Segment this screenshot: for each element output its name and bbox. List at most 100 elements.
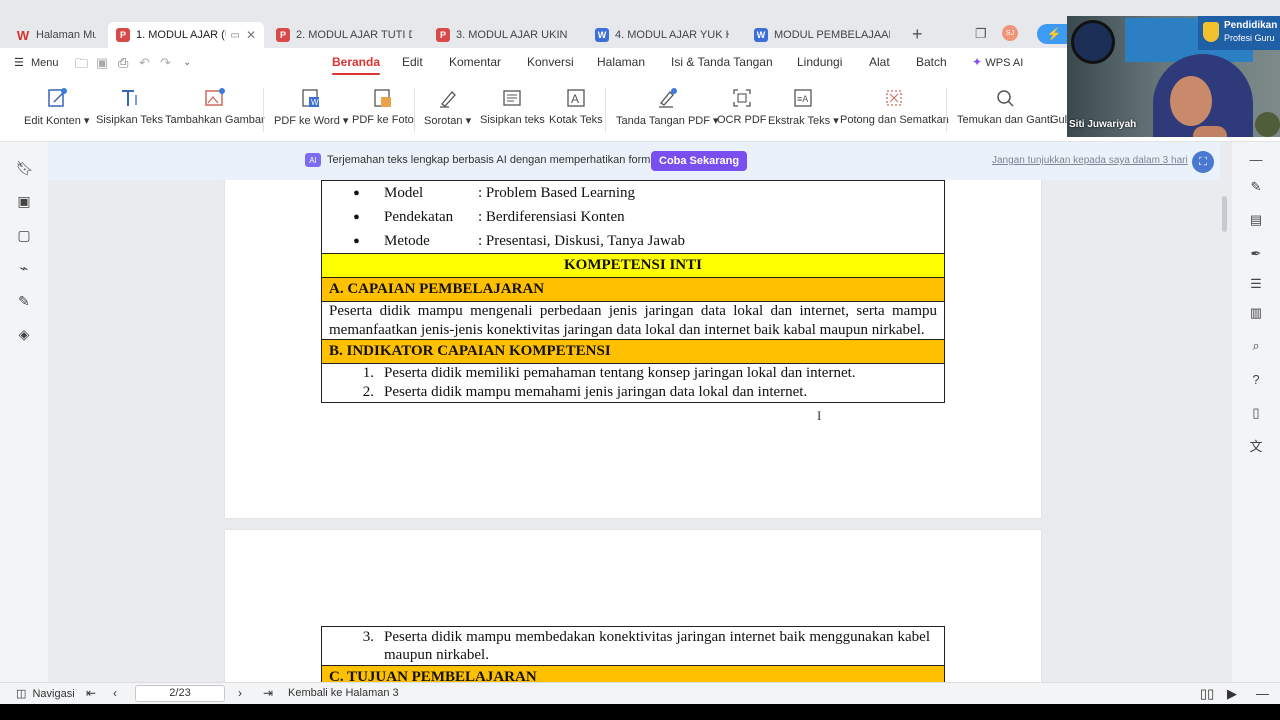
comment-icon[interactable]: ▢: [16, 227, 32, 243]
undo-icon[interactable]: ↶: [139, 55, 150, 71]
bullet-key: Model: [384, 184, 424, 201]
outline-icon[interactable]: ☰: [1248, 276, 1264, 292]
pdf-file-icon: P: [436, 28, 450, 42]
extract-text-icon: ≡A: [792, 84, 814, 112]
document-icon[interactable]: ▤: [1248, 212, 1264, 228]
collapse-icon[interactable]: —: [1248, 152, 1264, 168]
ocr-pdf-button[interactable]: OCR PDF: [717, 84, 767, 126]
bookmark-icon[interactable]: 🔖︎: [16, 160, 34, 176]
dismiss-banner-link[interactable]: Jangan tunjukkan kepada saya dalam 3 har…: [992, 155, 1188, 166]
crop-icon: [883, 84, 905, 112]
badge-line-1: Pendidikan: [1224, 20, 1278, 31]
translate-icon[interactable]: 文: [1248, 439, 1264, 455]
menu-halaman[interactable]: Halaman: [597, 55, 645, 69]
right-sidebar: — ✎ ▤ ✒ ☰ ▥ ⌕ ? ▯ 文: [1232, 142, 1280, 682]
edit-pen-icon[interactable]: ✎: [1248, 179, 1264, 195]
attachment-icon[interactable]: ⌁: [16, 260, 32, 276]
banner-text: Terjemahan teks lengkap berbasis AI deng…: [327, 154, 663, 166]
pdf-file-icon: P: [276, 28, 290, 42]
pdf-to-word-button[interactable]: W PDF ke Word ▾: [274, 84, 348, 127]
table-row: C. TUJUAN PEMBELAJARAN: [321, 665, 945, 682]
window-restore-icon[interactable]: ❐: [975, 26, 987, 42]
section-heading: C. TUJUAN PEMBELAJARAN: [321, 665, 945, 682]
menu-beranda[interactable]: Beranda: [332, 55, 381, 75]
highlight-icon: [437, 84, 459, 112]
bullet-value: : Presentasi, Diskusi, Tanya Jawab: [478, 232, 685, 249]
zoom-out-icon[interactable]: —: [1256, 686, 1269, 701]
first-page-icon[interactable]: ⇤: [86, 686, 96, 700]
menu-lindungi[interactable]: Lindungi: [797, 55, 842, 69]
layers-icon[interactable]: ◈: [16, 326, 32, 342]
print-icon[interactable]: ⎙: [118, 55, 128, 71]
tab-modul-ajar-4[interactable]: W 4. MODUL AJAR YUK HENI.c: [587, 22, 737, 48]
page-number-input[interactable]: 2/23: [135, 685, 225, 702]
play-icon[interactable]: ▶: [1227, 686, 1237, 702]
button-label: Potong dan Sematkan: [840, 114, 949, 126]
menu-batch[interactable]: Batch: [916, 55, 947, 69]
tab-home[interactable]: W Halaman Mu: [8, 22, 104, 48]
presenter-face: [1170, 76, 1212, 126]
book-icon[interactable]: ▯: [1248, 405, 1264, 421]
insert-text-button[interactable]: Sisipkan Teks: [96, 84, 163, 126]
extract-text-button[interactable]: ≡A Ekstrak Teks ▾: [768, 84, 839, 127]
ribbon-more-button[interactable]: Gul: [1050, 84, 1067, 126]
find-replace-button[interactable]: Temukan dan Ganti: [957, 84, 1052, 126]
last-page-icon[interactable]: ⇥: [263, 686, 273, 700]
document-page: ● Model : Problem Based Learning ● Pende…: [225, 180, 1041, 518]
translate-panel-icon[interactable]: ⛶: [1192, 151, 1214, 173]
pdf-to-photo-button[interactable]: PDF ke Foto: [352, 84, 414, 126]
open-folder-icon[interactable]: 🗀: [75, 55, 88, 77]
table-row: B. INDIKATOR CAPAIAN KOMPETENSI: [321, 339, 945, 364]
back-to-page-link[interactable]: Kembali ke Halaman 3: [288, 687, 399, 699]
insert-text-box-button[interactable]: Sisipkan teks: [480, 84, 545, 126]
new-tab-icon[interactable]: +: [912, 24, 923, 45]
menu-edit[interactable]: Edit: [402, 55, 423, 69]
section-heading: A. CAPAIAN PEMBELAJARAN: [321, 277, 945, 302]
menu-isi-tanda-tangan[interactable]: Isi & Tanda Tangan: [671, 55, 773, 69]
previous-page-icon[interactable]: ‹: [113, 686, 117, 700]
ribbon-divider: [946, 88, 947, 132]
close-tab-icon[interactable]: ✕: [246, 28, 256, 42]
menu-alat[interactable]: Alat: [869, 55, 890, 69]
compare-icon[interactable]: ▥: [1248, 305, 1264, 321]
tab-modul-pembelajaan[interactable]: W MODUL PEMBELAJAAN reta: [746, 22, 898, 48]
tab-modul-ajar-1[interactable]: P 1. MODUL AJAR (UKI ▭ ✕: [108, 22, 264, 48]
save-icon[interactable]: ▣: [96, 55, 108, 71]
button-label: Ekstrak Teks: [768, 115, 831, 127]
document-canvas[interactable]: ● Model : Problem Based Learning ● Pende…: [48, 180, 1222, 682]
text-frame-button[interactable]: A Kotak Teks: [549, 84, 603, 126]
navigation-toggle[interactable]: ◫ Navigasi: [16, 687, 75, 700]
avatar[interactable]: SJ: [1002, 25, 1018, 41]
menu-button[interactable]: ☰ Menu: [14, 56, 58, 69]
table-row: 3. Peserta didik mampu membedakan konekt…: [321, 626, 945, 666]
next-page-icon[interactable]: ›: [238, 686, 242, 700]
status-bar: ◫ Navigasi ⇤ ‹ 2/23 › ⇥ Kembali ke Halam…: [0, 682, 1280, 704]
edit-content-button[interactable]: Edit Konten ▾: [24, 84, 89, 127]
ai-translate-icon: AI: [305, 153, 321, 167]
highlight-button[interactable]: Sorotan ▾: [424, 84, 471, 127]
try-now-button[interactable]: Coba Sekarang: [651, 151, 748, 171]
chevron-down-icon[interactable]: ⌄: [183, 57, 191, 68]
signature-panel-icon[interactable]: ✎: [16, 293, 32, 309]
svg-text:≡A: ≡A: [797, 94, 808, 104]
menu-konversi[interactable]: Konversi: [527, 55, 574, 69]
ribbon-divider: [605, 88, 606, 132]
search-icon[interactable]: ⌕: [1248, 338, 1264, 354]
sign-pen-icon[interactable]: ✒: [1248, 246, 1264, 262]
add-image-button[interactable]: Tambahkan Gambar: [165, 84, 265, 126]
tab-modul-ajar-3[interactable]: P 3. MODUL AJAR UKIN TEMA: [428, 22, 578, 48]
hamburger-icon: ☰: [14, 57, 24, 69]
thumbnail-icon[interactable]: ▣: [16, 193, 32, 209]
redo-icon[interactable]: ↷: [160, 55, 171, 71]
vertical-scrollbar[interactable]: [1222, 196, 1227, 232]
tab-modul-ajar-2[interactable]: P 2. MODUL AJAR TUTI DAUD: [268, 22, 420, 48]
item-number: 2.: [362, 384, 374, 400]
menu-komentar[interactable]: Komentar: [449, 55, 501, 69]
help-icon[interactable]: ?: [1248, 372, 1264, 388]
button-label: Kotak Teks: [549, 114, 603, 126]
read-mode-icon[interactable]: ▯▯: [1200, 686, 1214, 702]
crop-embed-button[interactable]: Potong dan Sematkan: [840, 84, 949, 126]
menu-wps-ai[interactable]: ✦ WPS AI: [972, 55, 1023, 69]
lightning-icon[interactable]: ⚡: [1037, 24, 1071, 44]
pdf-signature-button[interactable]: Tanda Tangan PDF ▾: [616, 84, 719, 127]
